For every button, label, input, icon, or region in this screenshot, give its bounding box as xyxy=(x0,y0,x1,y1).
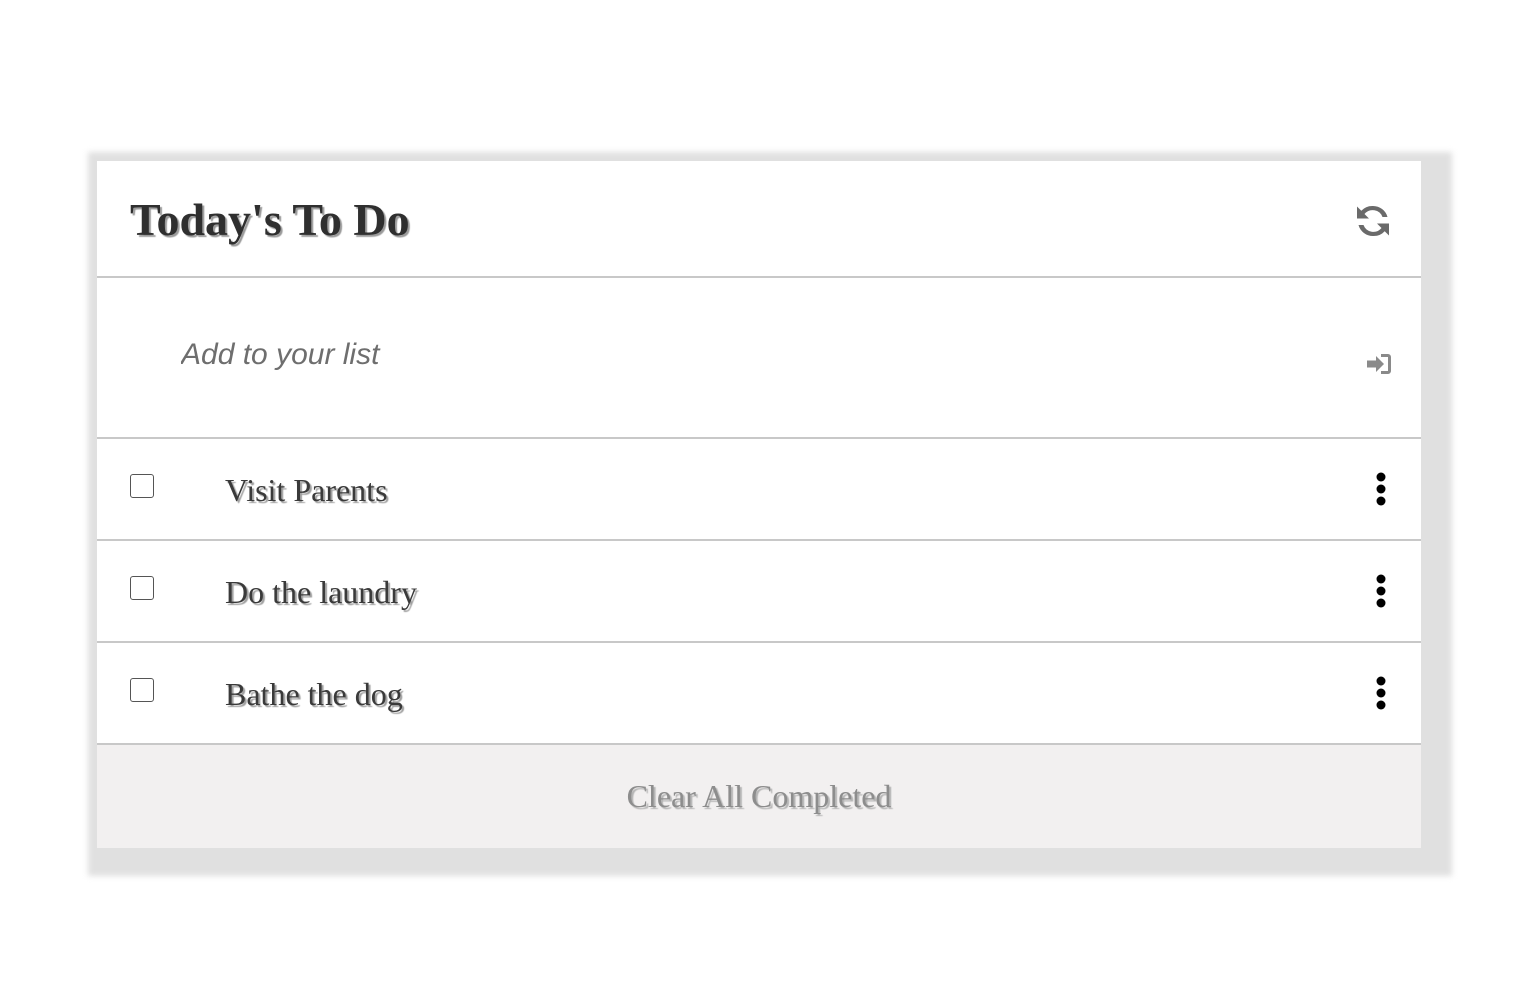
task-label: Visit Parents xyxy=(225,472,388,508)
add-item-row xyxy=(97,278,1421,439)
task-list: Visit Parents Do the laundry Bathe the d… xyxy=(97,439,1421,745)
add-item-input[interactable] xyxy=(181,330,1281,380)
task-label: Bathe the dog xyxy=(225,676,403,712)
task-label: Do the laundry xyxy=(225,574,417,610)
todo-card: Today's To Do Visit Parents Do the laund… xyxy=(97,161,1421,848)
more-options-icon[interactable] xyxy=(1369,471,1393,507)
card-header: Today's To Do xyxy=(97,161,1421,278)
task-checkbox[interactable] xyxy=(130,474,154,498)
list-item: Visit Parents xyxy=(97,439,1421,541)
clear-completed-button[interactable]: Clear All Completed xyxy=(97,745,1421,848)
page-title: Today's To Do xyxy=(130,194,410,245)
refresh-icon[interactable] xyxy=(1353,201,1393,241)
card-footer: Clear All Completed xyxy=(97,745,1421,848)
task-checkbox[interactable] xyxy=(130,576,154,600)
more-options-icon[interactable] xyxy=(1369,675,1393,711)
list-item: Bathe the dog xyxy=(97,643,1421,745)
task-checkbox[interactable] xyxy=(130,678,154,702)
more-options-icon[interactable] xyxy=(1369,573,1393,609)
list-item: Do the laundry xyxy=(97,541,1421,643)
sign-in-icon[interactable] xyxy=(1364,349,1394,379)
